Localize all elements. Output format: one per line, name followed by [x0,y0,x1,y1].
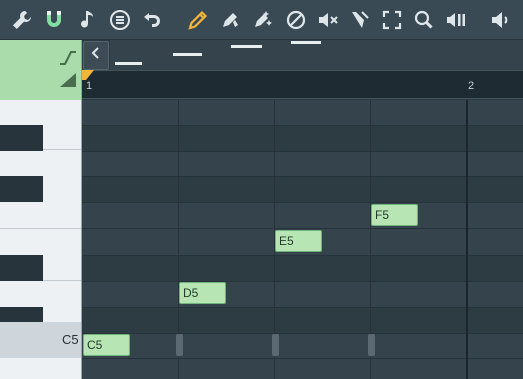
note-e5[interactable]: E5 [275,230,322,252]
slice-icon[interactable] [346,5,374,35]
grid-row [82,176,523,202]
wrench-icon[interactable] [8,5,36,35]
channel-header [0,40,82,100]
grid-line [82,255,523,256]
note-d5[interactable]: D5 [179,282,226,304]
grid-line [82,202,523,203]
black-key[interactable] [0,125,43,151]
note-c5[interactable]: C5 [83,334,130,356]
grid-line [82,176,523,177]
brush-icon[interactable] [248,5,276,35]
note-grid[interactable]: C5 D5 E5 F5 [82,100,523,379]
playhead-marker[interactable] [82,70,94,84]
grid-line [82,281,523,282]
event-strip[interactable] [110,40,523,70]
grid-row [82,307,523,333]
grid-line [82,151,523,152]
pencil-icon[interactable] [184,5,212,35]
select-icon[interactable] [378,5,406,35]
note-handle[interactable] [176,334,183,356]
ramp-icon[interactable] [59,72,77,88]
undo-icon[interactable] [138,5,166,35]
black-key[interactable] [0,255,43,281]
note-f5[interactable]: F5 [371,204,418,226]
delete-icon[interactable] [282,5,310,35]
note-handle[interactable] [272,334,279,356]
note-icon[interactable] [74,5,102,35]
event-marker [173,53,202,56]
piano-roll-toolbar [0,0,523,40]
c5-key-label: C5 [62,332,79,347]
piano-keyboard: C5 [0,100,82,379]
grid-line [82,333,523,334]
event-marker [291,41,321,44]
timeline-ruler[interactable]: 1 2 [82,70,523,99]
event-marker [231,45,262,48]
menu-icon[interactable] [106,5,134,35]
black-key[interactable] [0,176,43,202]
bar-line [466,100,468,379]
grid-line [82,307,523,308]
note-handle[interactable] [368,334,375,356]
chevron-left-icon [91,46,101,65]
grid-row [82,255,523,281]
magnet-icon[interactable] [40,5,68,35]
zoom-icon[interactable] [410,5,438,35]
paint-icon[interactable] [216,5,244,35]
event-marker [115,62,142,65]
speaker-icon[interactable] [486,5,514,35]
grid-line [82,228,523,229]
bar-number: 2 [468,80,475,92]
playback-icon[interactable] [442,5,470,35]
collapse-arrow-button[interactable] [83,41,109,70]
grid-line [82,358,523,359]
grid-line [82,125,523,126]
mute-icon[interactable] [314,5,342,35]
grid-row [82,125,523,151]
white-key-divider [0,228,81,229]
step-curve-icon[interactable] [59,50,77,66]
